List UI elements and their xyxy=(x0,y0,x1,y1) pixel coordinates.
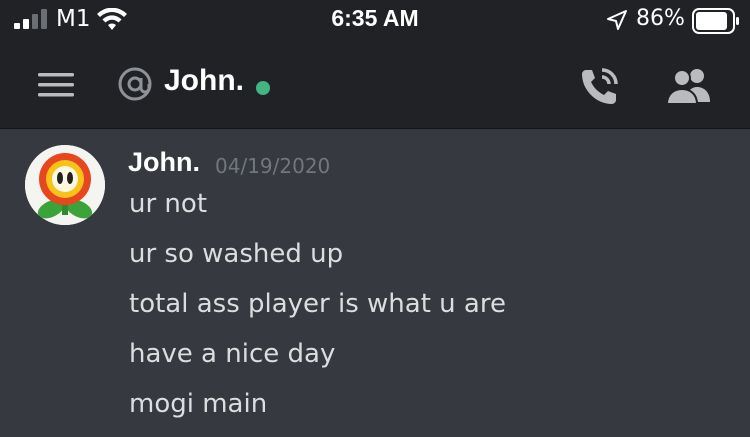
battery-icon xyxy=(692,8,739,34)
message-text[interactable]: have a nice day xyxy=(129,339,335,369)
online-status-dot xyxy=(256,81,270,95)
channel-header: John. xyxy=(0,42,750,129)
fire-flower-icon xyxy=(25,145,105,225)
location-arrow-icon xyxy=(607,10,627,30)
message-list: John. 04/19/2020 ur not ur so washed up … xyxy=(0,129,750,437)
hamburger-menu-icon[interactable] xyxy=(36,69,76,101)
members-icon[interactable] xyxy=(664,66,714,106)
fire-flower-avatar[interactable] xyxy=(25,145,105,225)
message-text[interactable]: ur not xyxy=(129,189,207,219)
status-bar: M1 6:35 AM 86% xyxy=(0,0,750,42)
message-text[interactable]: ur so washed up xyxy=(129,239,343,269)
battery-percent: 86% xyxy=(636,6,685,31)
at-icon xyxy=(118,67,152,101)
message-author[interactable]: John. xyxy=(128,147,200,178)
call-icon[interactable] xyxy=(578,64,622,108)
message-text[interactable]: mogi main xyxy=(129,389,267,419)
message-timestamp: 04/19/2020 xyxy=(215,154,331,178)
channel-name: John. xyxy=(164,64,244,97)
message-text[interactable]: total ass player is what u are xyxy=(129,289,506,319)
